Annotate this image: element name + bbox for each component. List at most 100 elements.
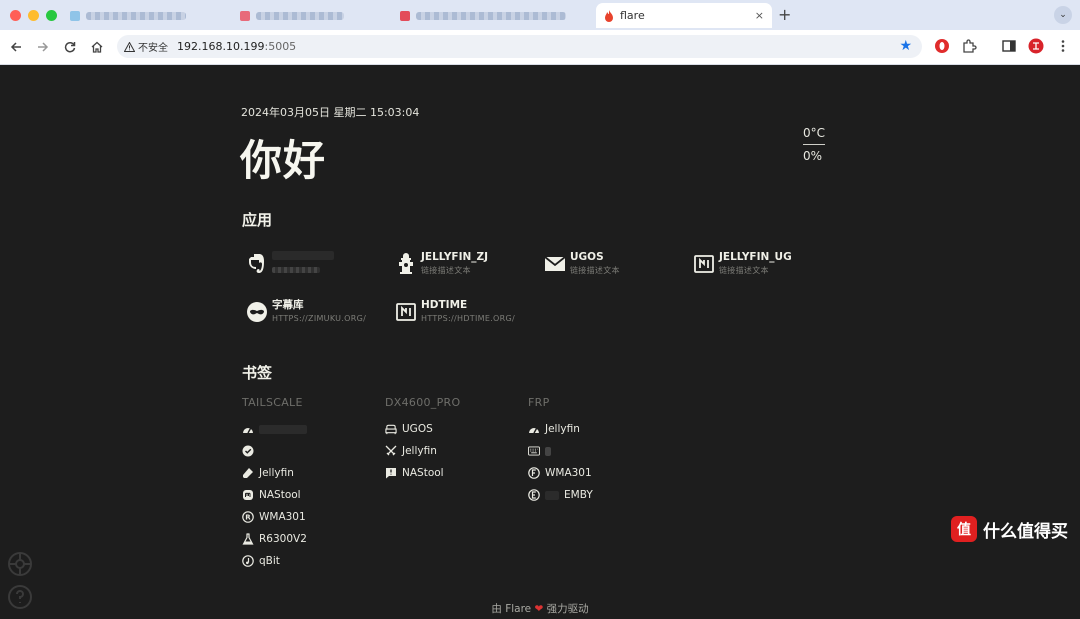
bookmark-link[interactable] <box>242 423 312 435</box>
swords-icon <box>385 445 397 457</box>
browser-tab[interactable] <box>232 3 357 28</box>
url-port: :5005 <box>264 40 297 53</box>
sofa-icon <box>385 423 397 435</box>
app-name: JELLYFIN_ZJ <box>421 251 489 263</box>
tab-title-obscured <box>86 11 186 20</box>
app-link-ugos[interactable]: UGOS 链接描述文本 <box>544 251 620 276</box>
url-text[interactable]: 192.168.10.199:5005 <box>177 40 296 53</box>
app-name <box>272 251 334 264</box>
back-button[interactable] <box>7 38 25 56</box>
app-name: HDTIME <box>421 299 468 311</box>
settings-wheel-icon[interactable] <box>8 552 32 576</box>
tab-flare[interactable]: flare × <box>596 3 772 28</box>
app-desc: HTTPS://ZIMUKU.ORG/ <box>272 314 367 323</box>
profile-avatar-icon[interactable] <box>1028 38 1044 54</box>
flame-icon <box>604 9 614 22</box>
message-alert-icon <box>385 467 397 479</box>
registered-icon: R <box>242 511 254 523</box>
tab-favicon-icon <box>70 10 80 21</box>
bookmark-link-jellyfin[interactable]: Jellyfin <box>385 445 437 457</box>
app-link-hdtime[interactable]: HDTIME HTTPS://HDTIME.ORG/ <box>395 299 515 324</box>
bookmark-link-nastool[interactable]: NAStool <box>242 489 301 501</box>
bookmark-group-title: DX4600_PRO <box>385 396 461 409</box>
tab-title-obscured <box>416 11 566 20</box>
address-bar[interactable]: 不安全 192.168.10.199:5005 ★ <box>117 35 922 58</box>
bookmarks-section-title: 书签 <box>242 364 273 382</box>
keyboard-icon <box>528 445 540 457</box>
bookmark-group-title: TAILSCALE <box>242 396 303 409</box>
app-desc <box>272 265 334 276</box>
forward-button[interactable] <box>34 38 52 56</box>
music-note-icon <box>242 555 254 567</box>
bookmark-group-title: FRP <box>528 396 550 409</box>
bookmark-link-r6300v2[interactable]: R6300V2 <box>242 533 307 545</box>
speedometer-icon <box>242 423 254 435</box>
flask-icon <box>242 533 254 545</box>
extensions-puzzle-icon[interactable] <box>961 38 977 54</box>
domino-mask-icon <box>246 301 268 323</box>
nfc-icon <box>395 301 417 323</box>
reload-button[interactable] <box>61 38 79 56</box>
bookmark-link-nastool[interactable]: NAStool <box>385 467 444 479</box>
nfc-icon <box>693 253 715 275</box>
app-name: 字幕库 <box>272 299 304 311</box>
app-desc: 链接描述文本 <box>719 266 769 275</box>
footer-suffix: 强力驱动 <box>546 603 589 615</box>
bookmark-link[interactable] <box>242 445 259 457</box>
footer-prefix: 由 Flare <box>491 603 532 615</box>
browser-tab[interactable] <box>62 3 212 28</box>
browser-tab-bar: flare × + ⌄ <box>0 0 1080 30</box>
greeting-heading: 你好 <box>240 136 327 185</box>
bookmark-link-qbit[interactable]: qBit <box>242 555 280 567</box>
more-menu-icon[interactable] <box>1055 38 1071 54</box>
svg-text:R: R <box>245 514 251 522</box>
app-link-jellyfin-ug[interactable]: JELLYFIN_UG 链接描述文本 <box>693 251 792 276</box>
speedometer-icon <box>528 423 540 435</box>
browser-toolbar: 不安全 192.168.10.199:5005 ★ <box>0 30 1080 65</box>
minimize-window-button[interactable] <box>28 10 39 21</box>
url-host: 192.168.10.199 <box>177 40 265 53</box>
mail-icon <box>544 253 566 275</box>
bookmark-star-icon[interactable]: ★ <box>899 38 912 54</box>
tab-favicon-icon <box>240 10 250 21</box>
extension-red-icon[interactable] <box>934 38 950 54</box>
letter-f-circle-icon <box>528 467 540 479</box>
home-button[interactable] <box>88 38 106 56</box>
mastodon-icon <box>242 489 254 501</box>
bookmark-link-jellyfin[interactable]: Jellyfin <box>242 467 294 479</box>
warning-triangle-icon <box>124 41 135 52</box>
maximize-window-button[interactable] <box>46 10 57 21</box>
bookmark-link-jellyfin[interactable]: Jellyfin <box>528 423 580 435</box>
watermark: 值 什么值得买 <box>951 516 1068 542</box>
weather-widget: 0°C 0% <box>803 126 825 163</box>
footer-credit: 由 Flare ❤ 强力驱动 <box>0 601 1080 616</box>
bookmark-link-ugos[interactable]: UGOS <box>385 423 433 435</box>
close-window-button[interactable] <box>10 10 21 21</box>
tab-favicon-icon <box>400 10 410 21</box>
new-tab-button[interactable]: + <box>778 5 791 24</box>
check-badge-icon <box>242 445 254 457</box>
watermark-text: 什么值得买 <box>983 521 1068 542</box>
app-desc: 链接描述文本 <box>570 266 620 275</box>
site-security-chip[interactable]: 不安全 <box>124 38 168 55</box>
temperature-value: 0°C <box>803 126 825 145</box>
close-tab-icon[interactable]: × <box>755 9 764 22</box>
bookmark-link-emby[interactable]: EMBY <box>528 489 593 501</box>
app-desc: HTTPS://HDTIME.ORG/ <box>421 314 516 323</box>
bookmark-link-wma301[interactable]: WMA301 <box>528 467 592 479</box>
tab-title-obscured <box>256 11 344 20</box>
current-datetime: 2024年03月05日 星期二 15:03:04 <box>241 106 420 119</box>
arrow-right-icon <box>38 42 49 52</box>
app-name: JELLYFIN_UG <box>719 251 792 263</box>
browser-tab[interactable] <box>392 3 582 28</box>
humidity-value: 0% <box>803 149 823 163</box>
fire-hydrant-icon <box>395 253 417 275</box>
tab-search-button[interactable]: ⌄ <box>1054 6 1072 24</box>
bookmark-link[interactable] <box>528 445 556 457</box>
bookmark-link-wma301[interactable]: R WMA301 <box>242 511 306 523</box>
app-link-zimuku[interactable]: 字幕库 HTTPS://ZIMUKU.ORG/ <box>246 299 366 324</box>
app-link-jellyfin-zj[interactable]: JELLYFIN_ZJ 链接描述文本 <box>395 251 488 276</box>
eraser-icon <box>242 467 254 479</box>
side-panel-icon[interactable] <box>1001 38 1017 54</box>
app-link[interactable] <box>246 251 334 276</box>
